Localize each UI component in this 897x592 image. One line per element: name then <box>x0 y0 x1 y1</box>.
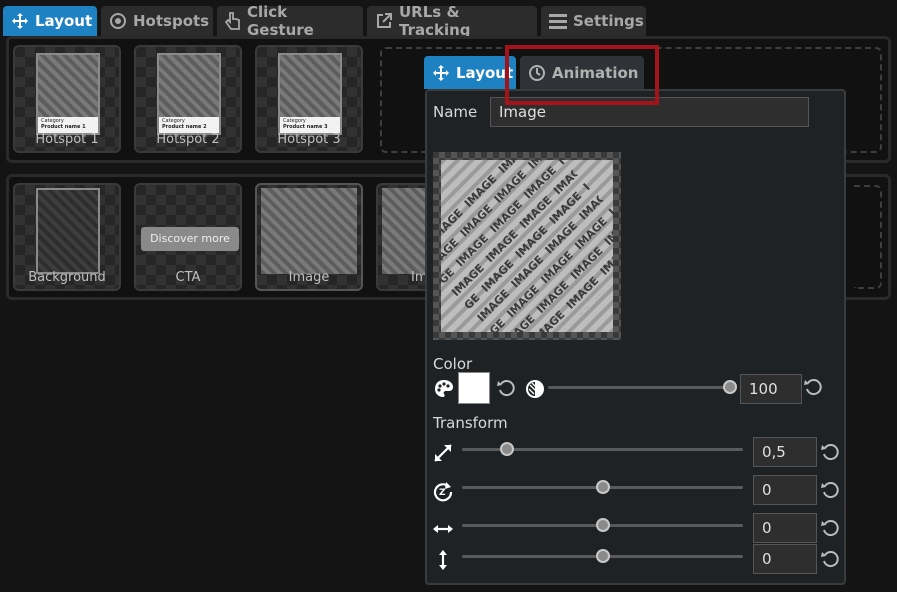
image-placeholder: IMAGEIMAGEIMAGEIMAGEIMAGEIMAGEIMAGEIMAGE… <box>441 160 613 332</box>
svg-text:Z: Z <box>439 488 446 498</box>
opacity-icon <box>526 380 544 398</box>
position-y-input[interactable]: 0 <box>753 544 817 574</box>
tab-label: Settings <box>573 12 644 30</box>
image-preview-large: IMAGE IMAGE IMAGE IMAGE IMAGE IMAGE IMAGE IMAGE… <box>433 152 621 340</box>
tab-label: Click Gesture <box>247 3 314 39</box>
add-element-dropzone[interactable] <box>854 185 882 289</box>
highlight-box <box>505 45 659 105</box>
reset-icon[interactable] <box>820 442 840 462</box>
cta-preview-button: Discover more <box>141 227 239 251</box>
background-preview <box>36 188 100 274</box>
hotspot-label: Hotspot 2 <box>156 132 220 147</box>
transform-section-label: Transform <box>433 414 508 432</box>
hotspot-thumb[interactable]: Category Product name 1 Hotspot 1 <box>13 45 121 153</box>
element-thumb-image[interactable]: Image <box>255 183 363 291</box>
reset-icon[interactable] <box>820 518 840 538</box>
tab-label: Layout <box>35 12 93 30</box>
move-icon <box>12 13 28 29</box>
color-swatch[interactable] <box>458 372 490 404</box>
element-thumb-cta[interactable]: Discover more CTA <box>134 183 242 291</box>
rotate-icon: Z <box>433 482 453 502</box>
horizontal-arrows-icon <box>433 525 453 533</box>
tab-hotspots[interactable]: Hotspots <box>101 6 213 36</box>
hotspot-thumb[interactable]: Category Product name 2 Hotspot 2 <box>134 45 242 153</box>
product-card: Category Product name 3 <box>278 53 342 135</box>
tab-urls-tracking[interactable]: URLs & Tracking <box>367 3 537 39</box>
hand-pointer-icon <box>225 12 240 30</box>
product-card: Category Product name 2 <box>157 53 221 135</box>
external-link-icon <box>377 13 392 28</box>
palette-icon[interactable] <box>433 378 455 400</box>
reset-icon[interactable] <box>820 480 840 500</box>
card-product-name: Product name 1 <box>41 124 86 130</box>
rotation-input[interactable]: 0 <box>753 475 817 505</box>
tab-label: URLs & Tracking <box>399 3 471 39</box>
element-label: Background <box>28 270 106 285</box>
hotspot-label: Hotspot 1 <box>35 132 99 147</box>
card-product-name: Product name 2 <box>162 124 207 130</box>
position-x-input[interactable]: 0 <box>753 513 817 543</box>
color-section-label: Color <box>433 355 473 373</box>
reset-icon[interactable] <box>820 549 840 569</box>
tab-label: Hotspots <box>133 12 210 30</box>
element-label: CTA <box>175 270 201 285</box>
scale-input[interactable]: 0,5 <box>753 437 817 467</box>
opacity-slider-handle[interactable] <box>723 380 737 394</box>
position-y-slider-handle[interactable] <box>595 549 610 563</box>
element-editor-panel: Name Image IMAGE IMAGE IMAGE IMAGE IMAGE IMAG… <box>425 89 846 585</box>
target-icon <box>110 13 126 29</box>
hotspot-thumb[interactable]: Category Product name 3 Hotspot 3 <box>255 45 363 153</box>
move-icon <box>433 64 449 81</box>
element-label: Image <box>288 270 330 285</box>
tab-layout[interactable]: Layout <box>3 6 97 36</box>
card-product-name: Product name 3 <box>283 124 328 130</box>
menu-icon <box>549 14 567 29</box>
image-preview <box>261 188 357 274</box>
popup-tab-layout[interactable]: Layout <box>424 56 516 89</box>
resize-icon <box>434 444 452 462</box>
reset-icon[interactable] <box>803 377 823 397</box>
opacity-slider[interactable] <box>548 386 730 389</box>
hotspot-label: Hotspot 3 <box>277 132 341 147</box>
opacity-input[interactable]: 100 <box>740 374 802 404</box>
name-label: Name <box>433 103 478 121</box>
tab-settings[interactable]: Settings <box>541 6 646 36</box>
tab-click-gesture[interactable]: Click Gesture <box>217 3 363 39</box>
element-thumb-background[interactable]: Background <box>13 183 121 291</box>
vertical-arrows-icon <box>439 550 447 570</box>
reset-icon[interactable] <box>496 378 516 398</box>
position-x-slider-handle[interactable] <box>595 518 610 532</box>
scale-slider-handle[interactable] <box>499 442 514 456</box>
rotation-slider-handle[interactable] <box>595 480 610 494</box>
product-card: Category Product name 1 <box>36 53 100 135</box>
